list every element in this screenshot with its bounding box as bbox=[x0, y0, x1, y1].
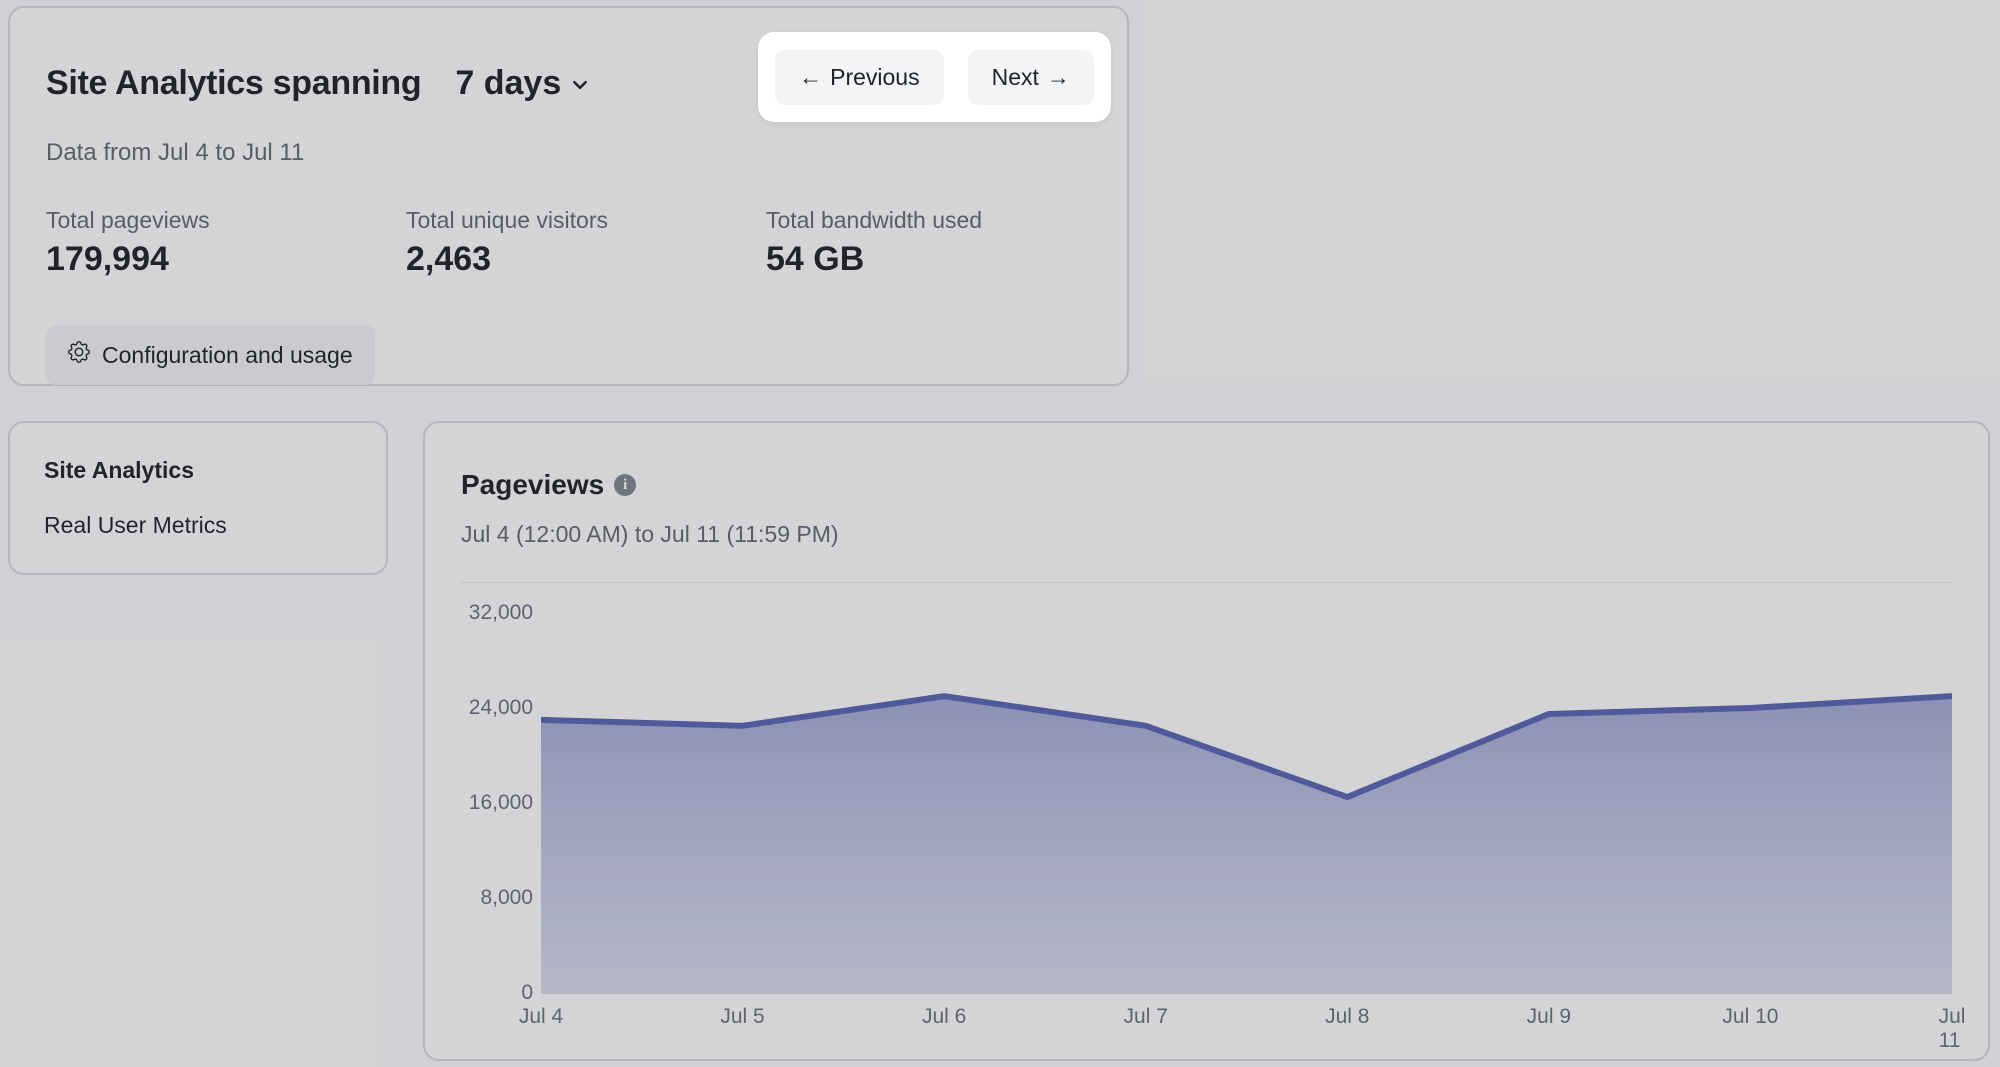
x-tick: Jul 6 bbox=[922, 1005, 966, 1029]
sidebar-item-site-analytics[interactable]: Site Analytics bbox=[10, 443, 386, 498]
next-button[interactable]: Next → bbox=[968, 50, 1094, 105]
gear-icon bbox=[68, 341, 90, 369]
sidebar-item-real-user-metrics[interactable]: Real User Metrics bbox=[10, 498, 386, 553]
metric-pageviews: Total pageviews 179,994 bbox=[46, 207, 346, 279]
metric-label: Total bandwidth used bbox=[766, 207, 1066, 234]
configuration-usage-label: Configuration and usage bbox=[102, 342, 353, 369]
x-tick: Jul 4 bbox=[519, 1005, 563, 1029]
chart-title-row: Pageviews i bbox=[461, 469, 1952, 501]
arrow-right-icon: → bbox=[1047, 64, 1070, 91]
chart-plot bbox=[541, 613, 1952, 993]
configuration-usage-button[interactable]: Configuration and usage bbox=[46, 325, 375, 385]
chart-y-axis: 32,000 24,000 16,000 8,000 0 bbox=[461, 613, 541, 993]
x-tick: Jul 7 bbox=[1124, 1005, 1168, 1029]
info-icon[interactable]: i bbox=[614, 474, 636, 496]
chart-divider bbox=[461, 582, 1952, 583]
x-axis-baseline bbox=[541, 993, 1952, 994]
range-selector-label: 7 days bbox=[455, 64, 561, 103]
range-selector[interactable]: 7 days bbox=[455, 64, 589, 103]
y-tick: 16,000 bbox=[469, 791, 533, 815]
date-range: Data from Jul 4 to Jul 11 bbox=[46, 139, 1091, 167]
arrow-left-icon: ← bbox=[799, 64, 822, 91]
x-tick: Jul 11 bbox=[1939, 1005, 1966, 1053]
metric-value: 54 GB bbox=[766, 240, 1066, 279]
nav-card: ← Previous Next → bbox=[758, 32, 1111, 122]
sidebar-item-label: Real User Metrics bbox=[44, 512, 227, 538]
chart-subtitle: Jul 4 (12:00 AM) to Jul 11 (11:59 PM) bbox=[461, 521, 1952, 548]
chart-area: 32,000 24,000 16,000 8,000 0 Jul 4Jul 5J… bbox=[461, 613, 1952, 993]
previous-button[interactable]: ← Previous bbox=[775, 50, 943, 105]
previous-label: Previous bbox=[830, 64, 919, 91]
x-tick: Jul 8 bbox=[1325, 1005, 1369, 1029]
metric-value: 179,994 bbox=[46, 240, 346, 279]
metric-label: Total pageviews bbox=[46, 207, 346, 234]
x-tick: Jul 5 bbox=[720, 1005, 764, 1029]
metrics-row: Total pageviews 179,994 Total unique vis… bbox=[46, 207, 1091, 279]
chevron-down-icon bbox=[571, 64, 589, 103]
y-tick: 32,000 bbox=[469, 601, 533, 625]
metric-label: Total unique visitors bbox=[406, 207, 706, 234]
sidebar-item-label: Site Analytics bbox=[44, 457, 194, 483]
x-tick: Jul 9 bbox=[1527, 1005, 1571, 1029]
next-label: Next bbox=[992, 64, 1039, 91]
summary-title: Site Analytics spanning bbox=[46, 64, 421, 103]
metric-bandwidth: Total bandwidth used 54 GB bbox=[766, 207, 1066, 279]
metric-unique-visitors: Total unique visitors 2,463 bbox=[406, 207, 706, 279]
x-tick: Jul 10 bbox=[1722, 1005, 1778, 1029]
y-tick: 0 bbox=[521, 981, 533, 1005]
y-tick: 8,000 bbox=[480, 886, 533, 910]
metric-value: 2,463 bbox=[406, 240, 706, 279]
chart-title: Pageviews bbox=[461, 469, 604, 501]
sidebar: Site Analytics Real User Metrics bbox=[8, 421, 388, 575]
chart-card: Pageviews i Jul 4 (12:00 AM) to Jul 11 (… bbox=[423, 421, 1990, 1061]
y-tick: 24,000 bbox=[469, 696, 533, 720]
